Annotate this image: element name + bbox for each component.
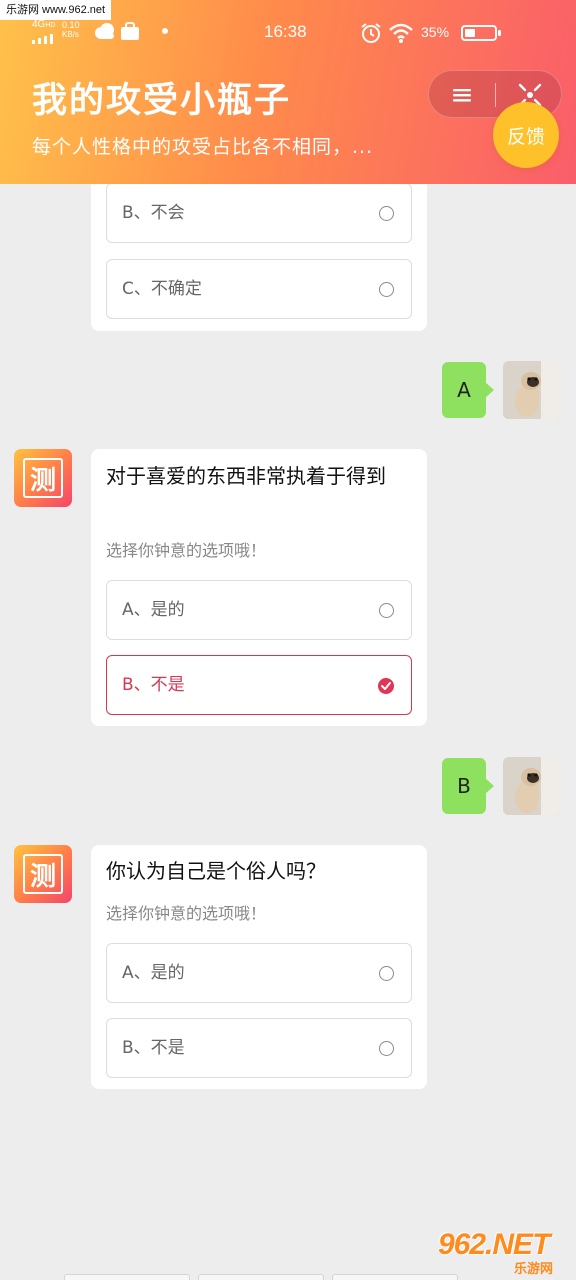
option-label: A、是的 <box>122 600 185 620</box>
feedback-label: 反馈 <box>506 125 545 148</box>
option-b-card-3[interactable]: B、不是 <box>106 1018 412 1078</box>
network-speed-value: 0.10 <box>62 20 80 30</box>
battery-percent: 35% <box>421 24 450 40</box>
option-b-card-2[interactable]: B、不是 <box>106 655 412 715</box>
option-label: B、不是 <box>122 675 185 695</box>
bot-avatar: 测 <box>14 449 72 507</box>
option-label: B、不是 <box>122 1038 185 1058</box>
menu-icon: ≡ <box>450 78 474 111</box>
option-label: B、不会 <box>122 203 185 223</box>
question-text: 对于喜爱的东西非常执着于得到 <box>106 464 386 488</box>
dog-avatar-icon <box>503 757 561 815</box>
app-header: 4GHD 0.10 KB/s 16:38 35% 我的攻受小瓶子 每个人性格中的… <box>0 0 576 184</box>
page-subtitle: 每个人性格中的攻受占比各不相同，... <box>32 136 374 158</box>
network-indicator: 4GHD <box>32 20 56 44</box>
question-card-3: 你认为自己是个俗人吗？ 选择你钟意的选项哦！ A、是的 B、不是 <box>91 845 427 1089</box>
cloud-icon <box>95 23 114 39</box>
user-reply-text: A <box>457 378 471 402</box>
question-card-2: 对于喜爱的东西非常执着于得到 选择你钟意的选项哦！ A、是的 B、不是 <box>91 449 427 726</box>
option-label: C、不确定 <box>122 279 202 299</box>
feedback-button[interactable]: 反馈 <box>493 102 559 168</box>
radio-icon[interactable] <box>379 603 394 618</box>
network-subtype: HD <box>45 22 56 29</box>
radio-icon[interactable] <box>379 206 394 221</box>
option-label: A、是的 <box>122 963 185 983</box>
watermark-top: 乐游网 www.962.net <box>0 0 112 20</box>
wifi-icon <box>389 23 413 43</box>
clock: 16:38 <box>264 22 307 41</box>
alarm-icon <box>361 23 381 43</box>
page-title: 我的攻受小瓶子 <box>32 81 292 121</box>
radio-icon[interactable] <box>379 282 394 297</box>
network-speed-unit: KB/s <box>62 30 79 39</box>
notification-dot-icon <box>162 28 168 34</box>
user-reply-bubble-1: A <box>442 362 494 418</box>
user-avatar[interactable] <box>503 757 561 815</box>
option-a-card-2[interactable]: A、是的 <box>106 580 412 640</box>
watermark-logo: 962.NET 乐游网 <box>430 1228 572 1278</box>
test-logo-icon: 测 <box>23 458 63 498</box>
bot-avatar: 测 <box>14 845 72 903</box>
user-reply-bubble-2: B <box>442 758 494 814</box>
option-a-card-3[interactable]: A、是的 <box>106 943 412 1003</box>
option-c-card-1[interactable]: C、不确定 <box>106 259 412 319</box>
radio-icon[interactable] <box>379 1041 394 1056</box>
dog-avatar-icon <box>503 361 561 419</box>
question-hint: 选择你钟意的选项哦！ <box>106 904 267 923</box>
network-speed: 0.10 KB/s <box>62 20 80 40</box>
bag-icon <box>121 22 139 40</box>
user-reply-text: B <box>457 774 471 798</box>
menu-button[interactable]: ≡ <box>429 71 495 119</box>
option-b-card-1[interactable]: B、不会 <box>106 183 412 243</box>
check-circle-icon[interactable] <box>378 678 394 694</box>
user-avatar[interactable] <box>503 361 561 419</box>
question-hint: 选择你钟意的选项哦！ <box>106 541 267 560</box>
network-type: 4G <box>32 19 46 30</box>
chat-area: B、不会 C、不确定 A 测 对于喜爱的东西非常执着于得到 选择你钟意的选项哦！ <box>0 0 576 1280</box>
signal-icon <box>32 34 53 44</box>
watermark-logo-text: 962.NET <box>438 1228 550 1261</box>
battery-icon <box>461 25 501 41</box>
question-text: 你认为自己是个俗人吗？ <box>106 859 326 883</box>
watermark-site-name: 乐游网 <box>514 1262 554 1277</box>
radio-icon[interactable] <box>379 966 394 981</box>
test-logo-icon: 测 <box>23 854 63 894</box>
